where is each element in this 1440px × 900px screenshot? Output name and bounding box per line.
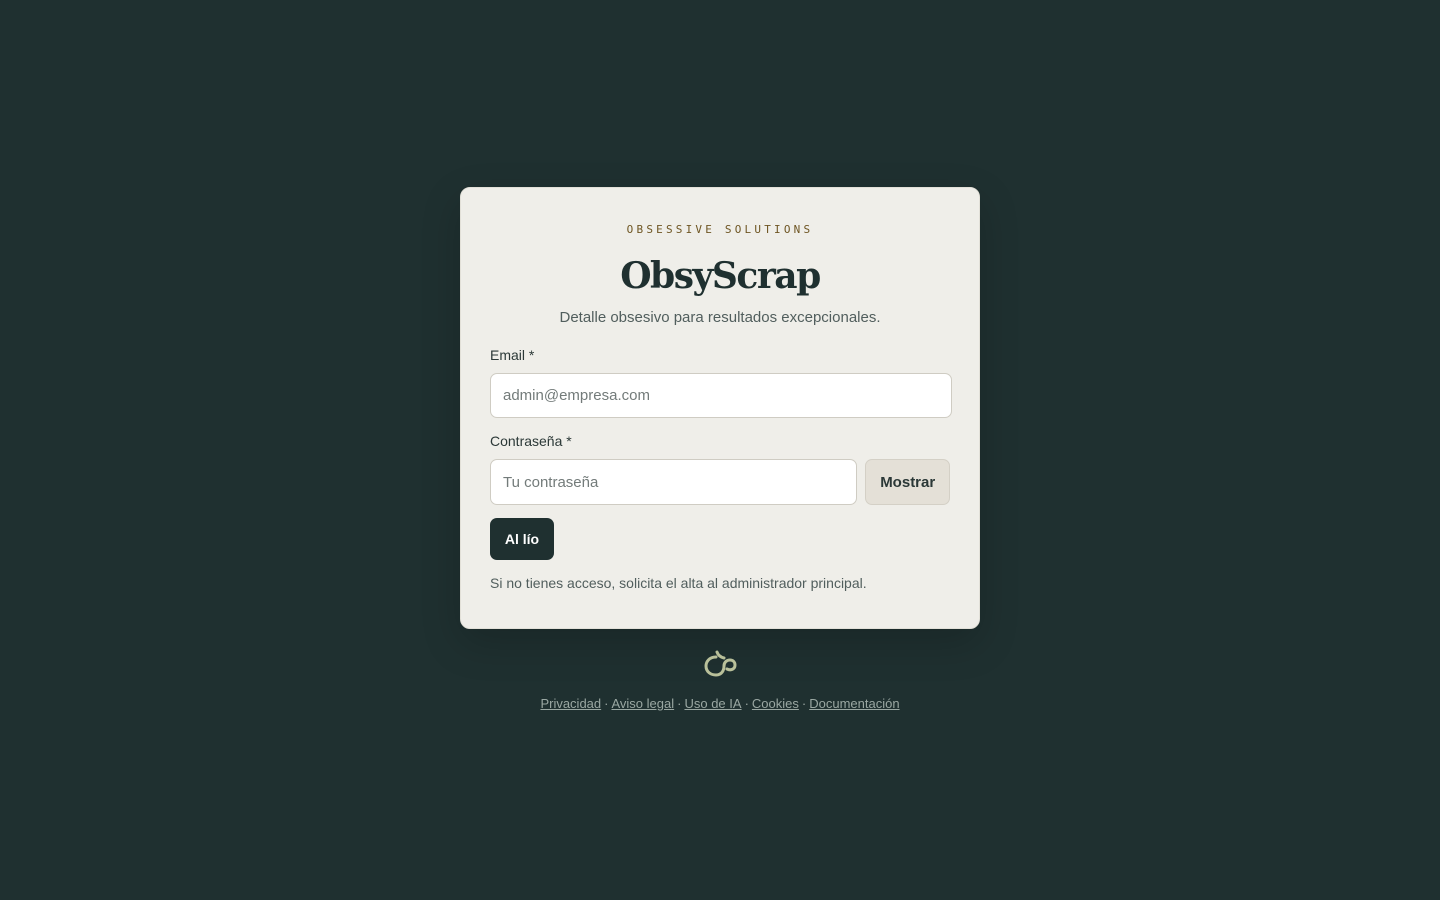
footer-separator: ·: [604, 696, 609, 711]
email-label: Email *: [490, 347, 535, 363]
email-field[interactable]: [490, 373, 952, 418]
footer-link-ai-use[interactable]: Uso de IA: [684, 696, 741, 711]
login-card: OBSESSIVE SOLUTIONS ObsyScrap Detalle ob…: [460, 187, 980, 629]
access-hint: Si no tienes acceso, solicita el alta al…: [490, 575, 867, 591]
obsy-knot-logo-icon: [703, 648, 737, 678]
password-row: Mostrar: [490, 459, 950, 505]
footer-link-documentation[interactable]: Documentación: [809, 696, 899, 711]
footer-separator: ·: [801, 696, 807, 711]
login-submit-button[interactable]: Al lío: [490, 518, 554, 560]
password-label: Contraseña *: [490, 433, 572, 449]
footer-link-cookies[interactable]: Cookies: [752, 696, 799, 711]
footer-separator: ·: [677, 696, 682, 711]
show-password-button[interactable]: Mostrar: [865, 459, 950, 505]
company-eyebrow: OBSESSIVE SOLUTIONS: [626, 223, 814, 236]
app-tagline: Detalle obsesivo para resultados excepci…: [559, 309, 881, 326]
footer-separator: ·: [744, 696, 749, 711]
app-title: ObsyScrap: [620, 255, 821, 297]
password-field[interactable]: [490, 459, 858, 505]
footer-links: Privacidad · Aviso legal · Uso de IA · Cookies…: [0, 695, 1440, 713]
footer-link-legal[interactable]: Aviso legal: [611, 696, 674, 711]
footer-link-privacy[interactable]: Privacidad: [540, 696, 601, 711]
